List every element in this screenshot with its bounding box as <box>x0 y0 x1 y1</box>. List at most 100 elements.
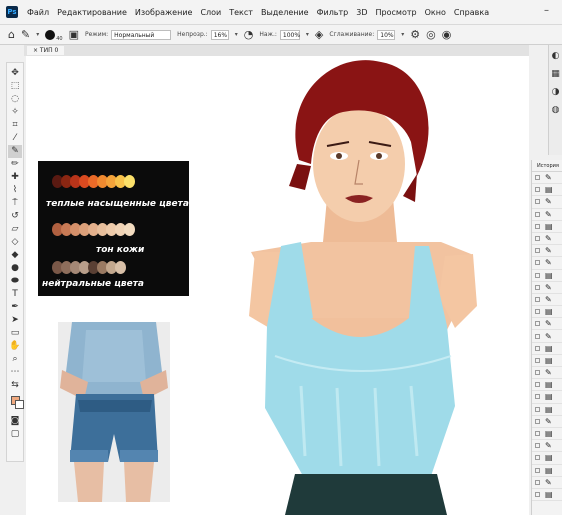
gear-icon[interactable]: ⚙ <box>410 28 420 41</box>
history-snapshot-checkbox[interactable] <box>535 357 540 363</box>
history-snapshot-checkbox[interactable] <box>535 491 540 497</box>
history-item[interactable]: ▤ <box>532 428 562 441</box>
menu-layers[interactable]: Слои <box>200 8 221 17</box>
history-item[interactable]: ▤ <box>532 452 562 465</box>
history-item[interactable]: ▤ <box>532 270 562 282</box>
menu-view[interactable]: Просмотр <box>376 8 417 17</box>
pen-tool-icon[interactable]: ✒ <box>8 301 22 314</box>
history-item[interactable]: ✎ <box>532 440 562 453</box>
history-snapshot-checkbox[interactable] <box>535 333 540 339</box>
history-item[interactable]: ▤ <box>532 391 562 404</box>
hand-tool-icon[interactable]: ✋ <box>8 340 22 353</box>
history-item[interactable]: ✎ <box>532 294 562 307</box>
angle-icon[interactable]: ◎ <box>426 28 436 41</box>
pressure-field[interactable]: 100% <box>279 29 300 40</box>
eraser-tool-icon[interactable]: ▱ <box>8 223 22 236</box>
opacity-field[interactable]: 16% <box>210 29 229 40</box>
history-item[interactable]: ▤ <box>532 379 562 392</box>
history-item[interactable]: ✎ <box>532 416 562 428</box>
history-item[interactable]: ▤ <box>532 404 562 416</box>
menu-filter[interactable]: Фильтр <box>317 8 349 17</box>
history-item[interactable]: ▤ <box>532 489 562 502</box>
menu-file[interactable]: Файл <box>27 8 49 17</box>
type-tool-icon[interactable]: T <box>8 288 22 301</box>
history-snapshot-checkbox[interactable] <box>535 187 540 193</box>
menu-help[interactable]: Справка <box>454 8 489 17</box>
history-item[interactable]: ✎ <box>532 172 562 185</box>
mixer-brush-tool-icon[interactable]: ⌇ <box>8 184 22 197</box>
history-snapshot-checkbox[interactable] <box>535 260 540 266</box>
menu-window[interactable]: Окно <box>425 8 446 17</box>
background-color-swatch[interactable] <box>14 400 24 409</box>
smoothing-dropdown-icon[interactable]: ▾ <box>401 31 404 38</box>
more-tools-icon[interactable]: ⋯ <box>8 366 22 379</box>
move-tool-icon[interactable]: ✥ <box>8 67 22 80</box>
history-item[interactable]: ✎ <box>532 282 562 294</box>
menu-3d[interactable]: 3D <box>356 8 367 17</box>
history-snapshot-checkbox[interactable] <box>535 296 540 302</box>
libraries-panel-icon[interactable]: ◍ <box>550 105 562 117</box>
swatches-panel-icon[interactable]: ▦ <box>550 69 562 81</box>
history-snapshot-checkbox[interactable] <box>535 345 540 351</box>
history-item[interactable]: ✎ <box>532 318 562 331</box>
history-item[interactable]: ✎ <box>532 257 562 270</box>
dodge-tool-icon[interactable]: ● <box>8 262 22 275</box>
swap-colors-icon[interactable]: ⇆ <box>8 379 22 392</box>
paint-bucket-tool-icon[interactable]: ◇ <box>8 236 22 249</box>
history-item[interactable]: ▤ <box>532 306 562 319</box>
pencil-tool-icon[interactable]: ✏ <box>8 158 22 171</box>
history-item[interactable]: ✎ <box>532 233 562 246</box>
marquee-tool-icon[interactable]: ⬚ <box>8 80 22 93</box>
crop-tool-icon[interactable]: ⌗ <box>8 119 22 132</box>
history-snapshot-checkbox[interactable] <box>535 394 540 400</box>
mode-select[interactable]: Нормальный <box>111 29 172 40</box>
path-selection-tool-icon[interactable]: ➤ <box>8 314 22 327</box>
clone-stamp-tool-icon[interactable]: ⍑ <box>8 197 22 210</box>
history-item[interactable]: ✎ <box>532 245 562 258</box>
adjustments-panel-icon[interactable]: ◑ <box>550 87 562 99</box>
history-item[interactable]: ✎ <box>532 477 562 489</box>
pressure-size-icon[interactable]: ◉ <box>442 28 452 41</box>
eyedropper-tool-icon[interactable]: ⁄ <box>8 132 22 145</box>
history-item[interactable]: ✎ <box>532 209 562 221</box>
brush-tool-icon[interactable]: ✎ <box>8 145 22 158</box>
color-panel-icon[interactable]: ◐ <box>550 51 562 63</box>
menu-edit[interactable]: Редактирование <box>57 8 127 17</box>
history-item[interactable]: ✎ <box>532 196 562 209</box>
sponge-tool-icon[interactable]: ⬬ <box>8 275 22 288</box>
menu-image[interactable]: Изображение <box>135 8 193 17</box>
history-snapshot-checkbox[interactable] <box>535 199 540 205</box>
history-snapshot-checkbox[interactable] <box>535 406 540 412</box>
history-snapshot-checkbox[interactable] <box>535 248 540 254</box>
history-item[interactable]: ▤ <box>532 355 562 367</box>
brush-settings-icon[interactable]: ▣ <box>69 28 79 41</box>
lasso-tool-icon[interactable]: ◌ <box>8 93 22 106</box>
menu-select[interactable]: Выделение <box>261 8 309 17</box>
blur-tool-icon[interactable]: ◆ <box>8 249 22 262</box>
history-snapshot-checkbox[interactable] <box>535 309 540 315</box>
document-canvas[interactable]: теплые насыщенные цвета тон кожи нейтрал… <box>26 56 529 515</box>
magic-wand-tool-icon[interactable]: ✧ <box>8 106 22 119</box>
airbrush-icon[interactable]: ◈ <box>315 28 323 41</box>
history-snapshot-checkbox[interactable] <box>535 175 540 181</box>
menu-text[interactable]: Текст <box>229 8 253 17</box>
home-icon[interactable]: ⌂ <box>8 28 15 41</box>
zoom-tool-icon[interactable]: ⌕ <box>8 353 22 366</box>
screen-mode-icon[interactable]: ▢ <box>8 428 22 441</box>
history-snapshot-checkbox[interactable] <box>535 272 540 278</box>
history-snapshot-checkbox[interactable] <box>535 455 540 461</box>
tool-preset-dropdown-icon[interactable]: ▾ <box>36 31 39 38</box>
history-snapshot-checkbox[interactable] <box>535 467 540 473</box>
history-snapshot-checkbox[interactable] <box>535 443 540 449</box>
history-snapshot-checkbox[interactable] <box>535 418 540 424</box>
healing-brush-tool-icon[interactable]: ✚ <box>8 171 22 184</box>
brush-preview-icon[interactable] <box>45 29 56 40</box>
history-item[interactable]: ▤ <box>532 465 562 477</box>
history-snapshot-checkbox[interactable] <box>535 370 540 376</box>
brush-tool-icon[interactable]: ✎ <box>21 28 30 41</box>
quick-mask-icon[interactable]: ◙ <box>8 415 22 428</box>
history-snapshot-checkbox[interactable] <box>535 479 540 485</box>
history-item[interactable]: ▤ <box>532 221 562 233</box>
history-snapshot-checkbox[interactable] <box>535 431 540 437</box>
history-snapshot-checkbox[interactable] <box>535 211 540 217</box>
